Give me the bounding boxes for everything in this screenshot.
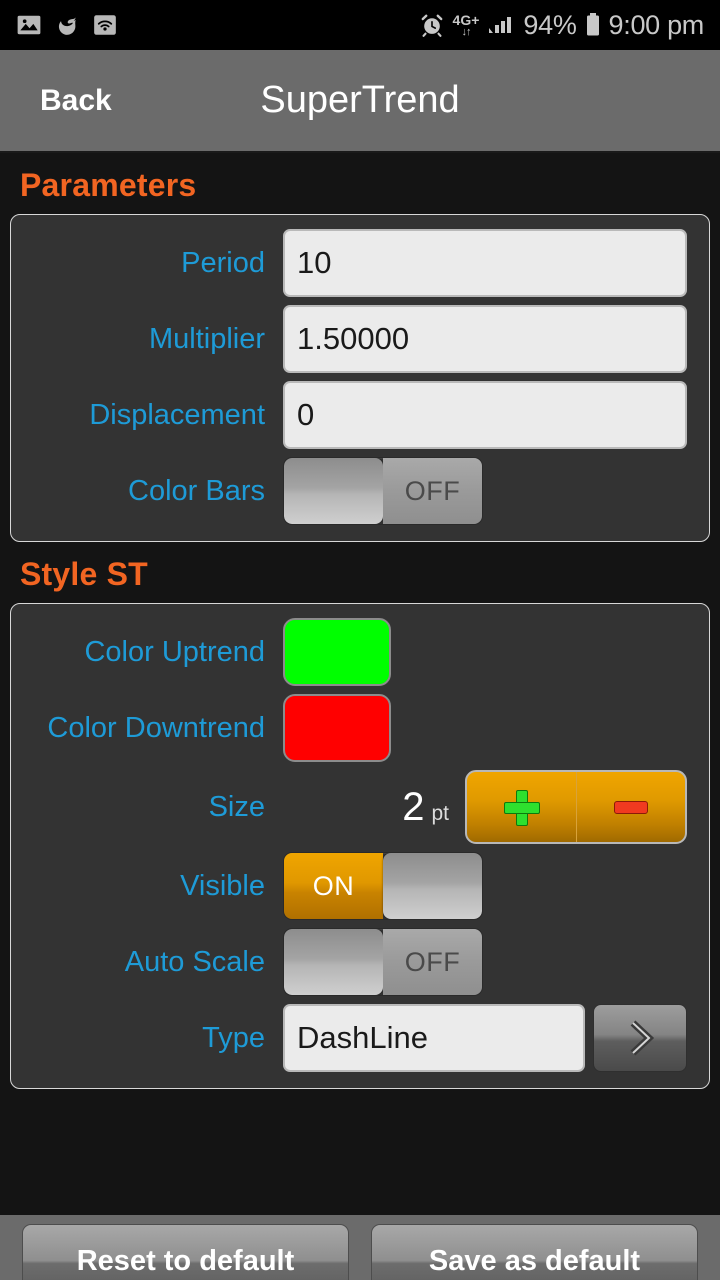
network-type-label: 4G+	[452, 11, 480, 28]
label-period: Period	[181, 246, 265, 279]
minus-icon	[613, 800, 648, 814]
row-color-uptrend: Color Uptrend	[21, 614, 687, 690]
visible-toggle-state: ON	[284, 853, 383, 919]
plus-icon	[504, 790, 541, 826]
toggle-thumb	[284, 929, 383, 995]
status-bar: 4G+ ↓↑ 94% 9:00 pm	[0, 0, 720, 50]
row-displacement: Displacement 0	[21, 377, 687, 453]
signal-bars-icon	[487, 13, 515, 37]
size-unit: pt	[431, 802, 449, 825]
row-multiplier: Multiplier 1.50000	[21, 301, 687, 377]
section-heading-parameters: Parameters	[20, 167, 197, 203]
size-increment-button[interactable]	[467, 772, 577, 842]
data-arrows-icon: ↓↑	[461, 25, 471, 38]
label-color-uptrend: Color Uptrend	[84, 635, 265, 668]
toggle-thumb	[284, 458, 383, 524]
section-heading-style-st: Style ST	[20, 556, 148, 592]
auto-scale-toggle[interactable]: OFF	[283, 928, 483, 996]
reset-to-default-button[interactable]: Reset to default	[22, 1223, 349, 1280]
title-bar: Back SuperTrend	[0, 50, 720, 153]
displacement-input[interactable]: 0	[283, 381, 687, 449]
row-visible: Visible ON	[21, 848, 687, 924]
status-bar-right-icons: 4G+ ↓↑ 94% 9:00 pm	[419, 10, 704, 41]
toggle-thumb	[383, 853, 482, 919]
back-button[interactable]: Back	[40, 84, 112, 118]
size-decrement-button[interactable]	[577, 772, 686, 842]
status-bar-left-icons	[16, 12, 118, 38]
label-color-downtrend: Color Downtrend	[47, 711, 265, 744]
style-st-card: Color Uptrend Color Downtrend Size 2 pt	[10, 603, 710, 1089]
clock-label: 9:00 pm	[608, 9, 705, 40]
bottom-action-bar: Reset to default Save as default	[0, 1215, 720, 1280]
row-auto-scale: Auto Scale OFF	[21, 924, 687, 1000]
battery-icon	[585, 12, 601, 38]
color-bars-toggle-state: OFF	[383, 458, 482, 524]
label-color-bars: Color Bars	[128, 474, 265, 507]
parameters-card: Period 10 Multiplier 1.50000 Displacemen…	[10, 214, 710, 542]
row-color-bars: Color Bars OFF	[21, 453, 687, 529]
settings-content: Parameters Period 10 Multiplier 1.50000 …	[0, 153, 720, 1215]
color-uptrend-swatch[interactable]	[283, 618, 391, 686]
color-downtrend-swatch[interactable]	[283, 694, 391, 762]
battery-percent-label: 94%	[523, 9, 577, 40]
color-bars-toggle[interactable]: OFF	[283, 457, 483, 525]
visible-toggle[interactable]: ON	[283, 852, 483, 920]
size-value: 2	[402, 785, 425, 829]
chevron-right-icon	[620, 1016, 660, 1060]
auto-scale-toggle-state: OFF	[383, 929, 482, 995]
network-type-indicator: 4G+ ↓↑	[453, 13, 480, 38]
label-type: Type	[202, 1021, 265, 1054]
wifi-icon	[92, 12, 118, 38]
multiplier-input[interactable]: 1.50000	[283, 305, 687, 373]
row-period: Period 10	[21, 225, 687, 301]
label-visible: Visible	[180, 869, 265, 902]
type-next-button[interactable]	[593, 1004, 687, 1072]
firefox-icon	[54, 12, 80, 38]
label-size: Size	[208, 790, 265, 823]
row-type: Type DashLine	[21, 1000, 687, 1076]
size-value-group: 2 pt	[283, 787, 465, 827]
type-value-field[interactable]: DashLine	[283, 1004, 585, 1072]
row-color-downtrend: Color Downtrend	[21, 690, 687, 766]
label-multiplier: Multiplier	[148, 322, 265, 355]
alarm-clock-icon	[419, 12, 445, 38]
label-displacement: Displacement	[89, 398, 265, 431]
image-icon	[16, 12, 42, 38]
size-stepper[interactable]	[465, 770, 687, 844]
row-size: Size 2 pt	[21, 766, 687, 848]
save-as-default-button[interactable]: Save as default	[371, 1223, 698, 1280]
label-auto-scale: Auto Scale	[124, 945, 265, 978]
period-input[interactable]: 10	[283, 229, 687, 297]
